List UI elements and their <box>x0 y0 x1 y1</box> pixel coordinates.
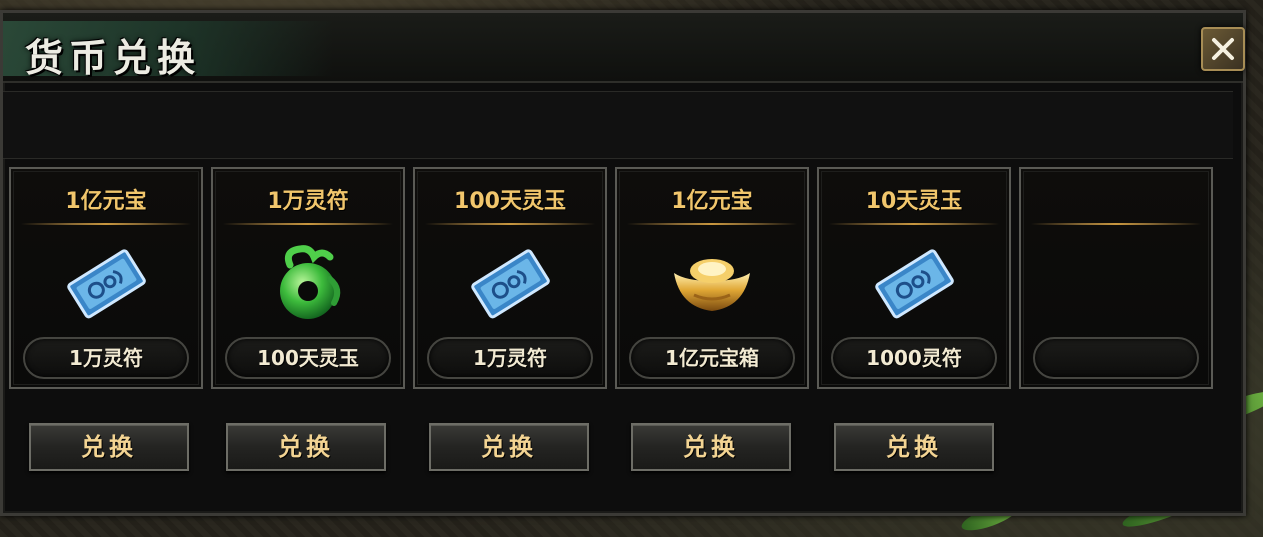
gold-ingot-icon <box>674 259 750 311</box>
reward-label: 1000灵符 <box>831 337 997 379</box>
exchange-card: 100天灵玉 1万灵符 <box>413 167 607 389</box>
ticket-icon <box>471 249 550 319</box>
close-button[interactable] <box>1201 27 1245 71</box>
exchange-card: 1亿元宝 1万灵符 <box>9 167 203 389</box>
ticket-icon <box>875 249 954 319</box>
cost-label: 100天灵玉 <box>454 189 566 214</box>
exchange-button[interactable]: 兑换 <box>834 423 994 471</box>
reward-label: 100天灵玉 <box>225 337 391 379</box>
divider <box>627 223 797 225</box>
cost-label: 1亿元宝 <box>671 189 753 214</box>
divider <box>829 223 999 225</box>
reward-label: 1万灵符 <box>427 337 593 379</box>
header-strip <box>3 91 1233 159</box>
divider <box>223 223 393 225</box>
exchange-card-empty <box>1019 167 1213 389</box>
divider <box>1031 223 1201 225</box>
exchange-button[interactable]: 兑换 <box>29 423 189 471</box>
reward-label <box>1033 337 1199 379</box>
reward-label: 1亿元宝箱 <box>629 337 795 379</box>
cost-label: 1万灵符 <box>267 189 349 214</box>
window-title: 货币兑换 <box>25 35 202 80</box>
exchange-card: 10天灵玉 1000灵符 <box>817 167 1011 389</box>
exchange-button[interactable]: 兑换 <box>429 423 589 471</box>
cost-label: 1亿元宝 <box>65 189 147 214</box>
exchange-button[interactable]: 兑换 <box>226 423 386 471</box>
reward-label: 1万灵符 <box>23 337 189 379</box>
title-bar: 货币兑换 <box>3 13 1243 83</box>
divider <box>425 223 595 225</box>
jade-dragon-icon <box>280 245 341 319</box>
close-icon <box>1212 38 1234 60</box>
divider <box>21 223 191 225</box>
currency-exchange-window: 货币兑换 1亿元宝 1万灵符 1万灵符 100天灵玉 100天灵玉 1万灵符 1… <box>0 10 1246 516</box>
ticket-icon <box>67 249 146 319</box>
cost-label: 10天灵玉 <box>865 189 963 214</box>
exchange-button[interactable]: 兑换 <box>631 423 791 471</box>
exchange-card: 1万灵符 100天灵玉 <box>211 167 405 389</box>
exchange-card: 1亿元宝 1亿元宝箱 <box>615 167 809 389</box>
